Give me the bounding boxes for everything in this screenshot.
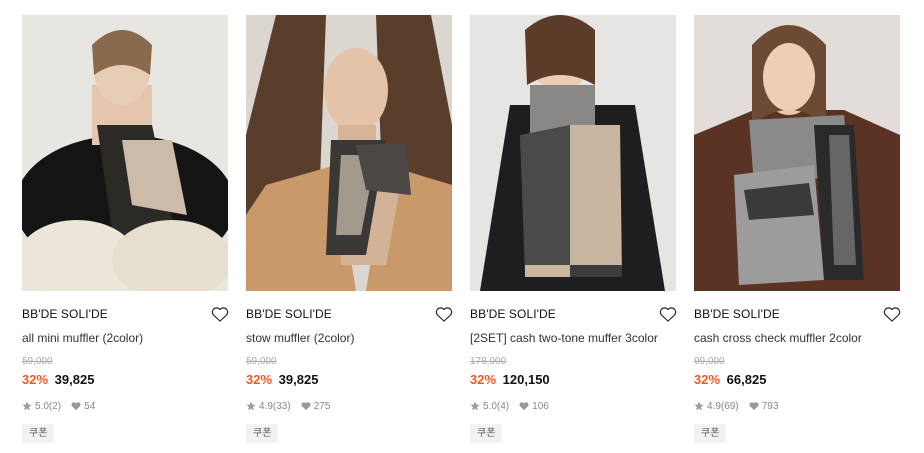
- brand-row: BB'DE SOLI'DE: [470, 304, 678, 324]
- product-name[interactable]: cash cross check muffler 2color: [694, 330, 900, 346]
- coupon-badge: 쿠폰: [470, 424, 503, 443]
- star-icon: [22, 401, 32, 411]
- product-grid: BB'DE SOLI'DE all mini muffler (2color) …: [22, 15, 902, 443]
- rating-value: 5.0: [35, 400, 49, 412]
- brand-name[interactable]: BB'DE SOLI'DE: [694, 307, 780, 321]
- product-name[interactable]: [2SET] cash two-tone muffer 3color: [470, 330, 676, 346]
- heart-filled-icon: [301, 402, 311, 411]
- sale-price: 39,825: [54, 372, 95, 387]
- like-count: 106: [532, 400, 549, 412]
- rating-value: 4.9: [259, 400, 273, 412]
- wishlist-heart-icon[interactable]: [882, 304, 902, 324]
- product-name[interactable]: all mini muffler (2color): [22, 330, 228, 346]
- discount-rate: 32%: [246, 372, 273, 387]
- product-meta: 4.9 (69) 793: [694, 399, 900, 413]
- product-meta: 5.0 (4) 106: [470, 399, 676, 413]
- heart-filled-icon: [749, 402, 759, 411]
- rating-value: 4.9: [707, 400, 721, 412]
- original-price: 59,000: [22, 356, 53, 367]
- brand-row: BB'DE SOLI'DE: [694, 304, 902, 324]
- brand-name[interactable]: BB'DE SOLI'DE: [22, 307, 108, 321]
- original-price: 178,000: [470, 356, 507, 367]
- price-row: 32% 39,825: [246, 371, 452, 388]
- wishlist-heart-icon[interactable]: [210, 304, 230, 324]
- product-image[interactable]: [470, 15, 676, 291]
- product-image[interactable]: [22, 15, 228, 291]
- sale-price: 39,825: [278, 372, 319, 387]
- product-card[interactable]: BB'DE SOLI'DE all mini muffler (2color) …: [22, 15, 230, 443]
- product-image[interactable]: [694, 15, 900, 291]
- brand-name[interactable]: BB'DE SOLI'DE: [470, 307, 556, 321]
- sale-price: 120,150: [502, 372, 550, 387]
- price-row: 32% 120,150: [470, 371, 676, 388]
- review-count: (33): [272, 400, 291, 412]
- discount-rate: 32%: [22, 372, 49, 387]
- product-meta: 5.0 (2) 54: [22, 399, 228, 413]
- star-icon: [246, 401, 256, 411]
- product-card[interactable]: BB'DE SOLI'DE stow muffler (2color) 59,0…: [246, 15, 454, 443]
- review-count: (69): [720, 400, 739, 412]
- product-name[interactable]: stow muffler (2color): [246, 330, 452, 346]
- brand-row: BB'DE SOLI'DE: [22, 304, 230, 324]
- coupon-badge: 쿠폰: [22, 424, 55, 443]
- price-row: 32% 39,825: [22, 371, 228, 388]
- like-count: 793: [761, 400, 779, 412]
- original-price: 99,000: [694, 356, 725, 367]
- price-row: 32% 66,825: [694, 371, 900, 388]
- product-meta: 4.9 (33) 275: [246, 399, 452, 413]
- coupon-badge: 쿠폰: [694, 424, 727, 443]
- like-count: 54: [84, 400, 96, 412]
- review-count: (2): [48, 400, 62, 412]
- wishlist-heart-icon[interactable]: [434, 304, 454, 324]
- discount-rate: 32%: [470, 372, 497, 387]
- heart-filled-icon: [519, 402, 529, 411]
- star-icon: [470, 401, 480, 411]
- like-count: 275: [313, 400, 331, 412]
- discount-rate: 32%: [694, 372, 721, 387]
- star-icon: [694, 401, 704, 411]
- brand-row: BB'DE SOLI'DE: [246, 304, 454, 324]
- review-count: (4): [496, 400, 510, 412]
- wishlist-heart-icon[interactable]: [658, 304, 678, 324]
- heart-filled-icon: [71, 402, 81, 411]
- sale-price: 66,825: [726, 372, 767, 387]
- product-card[interactable]: BB'DE SOLI'DE [2SET] cash two-tone muffe…: [470, 15, 678, 443]
- rating-value: 5.0: [483, 400, 497, 412]
- brand-name[interactable]: BB'DE SOLI'DE: [246, 307, 332, 321]
- coupon-badge: 쿠폰: [246, 424, 279, 443]
- product-card[interactable]: BB'DE SOLI'DE cash cross check muffler 2…: [694, 15, 902, 443]
- original-price: 59,000: [246, 356, 277, 367]
- product-image[interactable]: [246, 15, 452, 291]
